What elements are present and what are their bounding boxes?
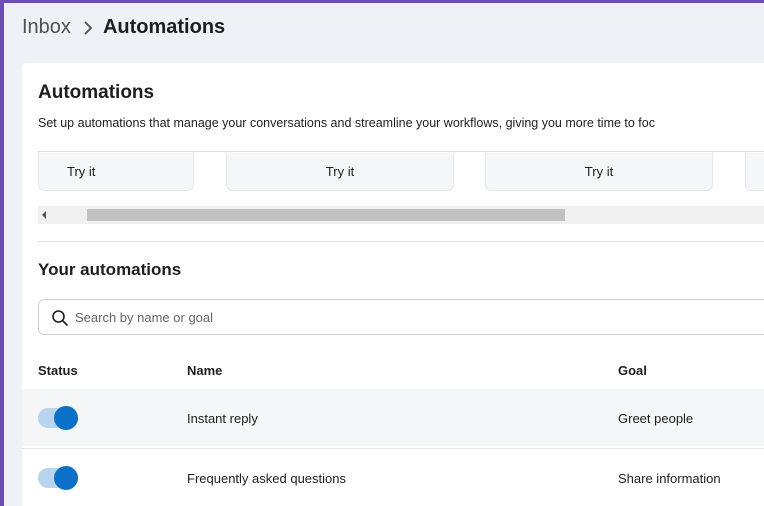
column-header-name: Name	[187, 363, 223, 378]
page-description: Set up automations that manage your conv…	[38, 116, 655, 130]
try-it-button-1[interactable]: Try it	[38, 153, 194, 191]
chevron-right-icon	[83, 20, 93, 35]
search-box[interactable]	[38, 299, 764, 335]
breadcrumb-inbox-link[interactable]: Inbox	[22, 16, 71, 39]
column-header-status: Status	[38, 363, 78, 378]
page-title: Automations	[38, 82, 155, 103]
status-toggle[interactable]	[38, 406, 78, 430]
window-frame-left	[0, 0, 4, 506]
your-automations-heading: Your automations	[38, 260, 182, 279]
automation-goal: Share information	[618, 471, 721, 486]
table-row[interactable]: Instant reply Greet people	[22, 389, 764, 446]
try-it-button-3[interactable]: Try it	[485, 153, 713, 191]
table-row[interactable]: Frequently asked questions Share informa…	[22, 448, 764, 506]
toggle-knob	[54, 466, 78, 490]
column-header-goal: Goal	[618, 363, 647, 378]
divider	[38, 241, 764, 242]
search-icon	[51, 309, 69, 327]
window-frame-top	[0, 0, 764, 3]
scrollbar-thumb[interactable]	[87, 209, 565, 221]
horizontal-scrollbar[interactable]	[38, 206, 764, 224]
automation-goal: Greet people	[618, 411, 694, 426]
try-it-button-2[interactable]: Try it	[226, 153, 454, 191]
try-it-button-4[interactable]	[745, 153, 764, 191]
toggle-knob	[54, 406, 78, 430]
status-toggle[interactable]	[38, 466, 78, 490]
arrow-left-icon[interactable]	[42, 211, 46, 219]
divider	[38, 151, 764, 152]
automation-name: Frequently asked questions	[187, 471, 346, 486]
automation-name: Instant reply	[187, 411, 258, 426]
breadcrumb-current: Automations	[102, 16, 226, 38]
automations-card: Automations Set up automations that mana…	[22, 63, 764, 506]
search-input[interactable]	[75, 300, 764, 334]
breadcrumb: Inbox Automations	[22, 16, 225, 39]
